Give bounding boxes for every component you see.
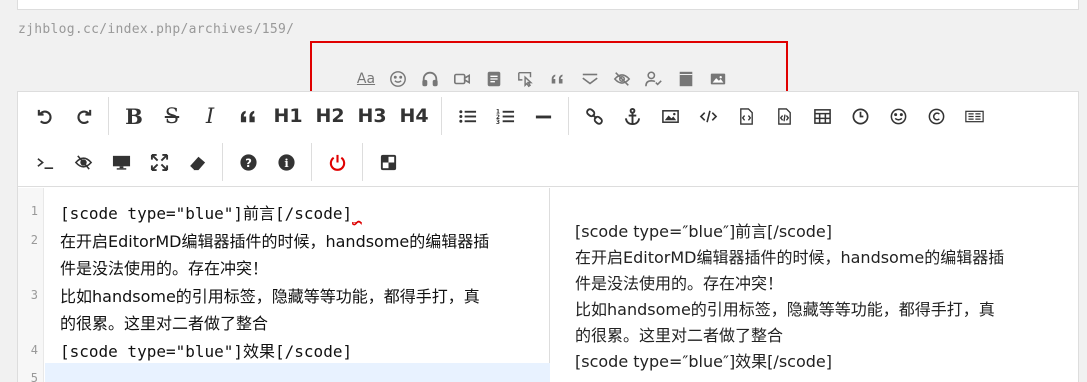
preview-line: 件是没法使用的。存在冲突！: [575, 274, 784, 293]
strikethrough-button[interactable]: S: [157, 101, 187, 131]
code-line: [scode type="blue"]前言[/scode]_: [60, 204, 362, 223]
line-number-gutter: 1 2 3 4 5: [18, 188, 44, 382]
code-icon[interactable]: [693, 101, 723, 131]
editor-toolbar: B S I H1 H2 H3 H4 123 ? i: [18, 92, 1078, 187]
preview-line: 在开启EditorMD编辑器插件的时候，handsome的编辑器插: [575, 248, 1005, 267]
preview-pane: [scode type=″blue″]前言[/scode] 在开启EditorM…: [551, 188, 1078, 382]
list-ol-icon[interactable]: 123: [490, 101, 520, 131]
table-icon[interactable]: [807, 101, 837, 131]
redo-icon[interactable]: [68, 101, 98, 131]
toolbar-divider: [568, 97, 569, 135]
line-number: 3: [30, 288, 38, 302]
preview-line: 的很累。这里对二者做了整合: [575, 326, 784, 345]
toolbar-divider: [222, 143, 223, 181]
terminal-icon[interactable]: [30, 147, 60, 177]
code-line: [scode type="blue"]效果[/scode]: [60, 342, 353, 361]
horizontal-rule-icon[interactable]: [528, 101, 558, 131]
line-number: 2: [30, 233, 38, 247]
code-editor-pane[interactable]: 1 2 3 4 5 [scode type="blue"]前言[/scode]_…: [18, 188, 550, 382]
h1-button[interactable]: H1: [271, 101, 305, 131]
undo-icon[interactable]: [30, 101, 60, 131]
code-line: 的很累。这里对二者做了整合: [60, 314, 269, 333]
italic-button[interactable]: I: [195, 101, 225, 131]
line-number: 4: [30, 343, 38, 357]
toolbar-divider: [311, 143, 312, 181]
active-line-highlight: [45, 363, 550, 382]
previous-field[interactable]: [17, 0, 1079, 10]
svg-text:?: ?: [245, 155, 252, 169]
bold-button[interactable]: B: [119, 101, 149, 131]
info-icon[interactable]: i: [271, 147, 301, 177]
preview-desktop-icon[interactable]: [106, 147, 136, 177]
markdown-editor: B S I H1 H2 H3 H4 123 ? i 1 2 3 4 5 [sco…: [17, 91, 1079, 382]
theme-icon[interactable]: [373, 147, 403, 177]
h3-button[interactable]: H3: [355, 101, 389, 131]
copyright-icon[interactable]: [921, 101, 951, 131]
image-icon[interactable]: [655, 101, 685, 131]
page-scrollbar[interactable]: [1081, 0, 1087, 382]
quote-icon[interactable]: [233, 101, 263, 131]
toolbar-row-1: B S I H1 H2 H3 H4 123: [26, 96, 993, 136]
line-number: 1: [30, 204, 38, 218]
svg-text:3: 3: [496, 120, 500, 126]
preformatted-icon[interactable]: [769, 101, 799, 131]
pagebreak-icon[interactable]: [959, 101, 989, 131]
permalink-text: zjhblog.cc/index.php/archives/159/: [18, 22, 295, 37]
svg-text:i: i: [284, 155, 289, 169]
code-block-icon[interactable]: [731, 101, 761, 131]
list-ul-icon[interactable]: [452, 101, 482, 131]
code-line: 比如handsome的引用标签，隐藏等等功能，都得手打，真: [60, 287, 480, 306]
preview-line: [scode type=″blue″]前言[/scode]: [575, 222, 832, 241]
fullscreen-icon[interactable]: [144, 147, 174, 177]
code-line: 在开启EditorMD编辑器插件的时候，handsome的编辑器插: [60, 232, 490, 251]
toolbar-divider: [108, 97, 109, 135]
line-number: 5: [30, 371, 38, 382]
preview-line: 比如handsome的引用标签，隐藏等等功能，都得手打，真: [575, 300, 995, 319]
help-icon[interactable]: ?: [233, 147, 263, 177]
eraser-icon[interactable]: [182, 147, 212, 177]
datetime-icon[interactable]: [845, 101, 875, 131]
watch-toggle-icon[interactable]: [68, 147, 98, 177]
toolbar-divider: [362, 143, 363, 181]
code-line: 件是没法使用的。存在冲突！: [60, 259, 269, 278]
h2-button[interactable]: H2: [313, 101, 347, 131]
power-icon[interactable]: [322, 147, 352, 177]
preview-line: [scode type=″blue″]效果[/scode]: [575, 352, 832, 371]
emoji-icon[interactable]: [883, 101, 913, 131]
toolbar-divider: [441, 97, 442, 135]
toolbar-row-2: ? i: [26, 142, 407, 182]
h4-button[interactable]: H4: [397, 101, 431, 131]
link-icon[interactable]: [579, 101, 609, 131]
anchor-icon[interactable]: [617, 101, 647, 131]
